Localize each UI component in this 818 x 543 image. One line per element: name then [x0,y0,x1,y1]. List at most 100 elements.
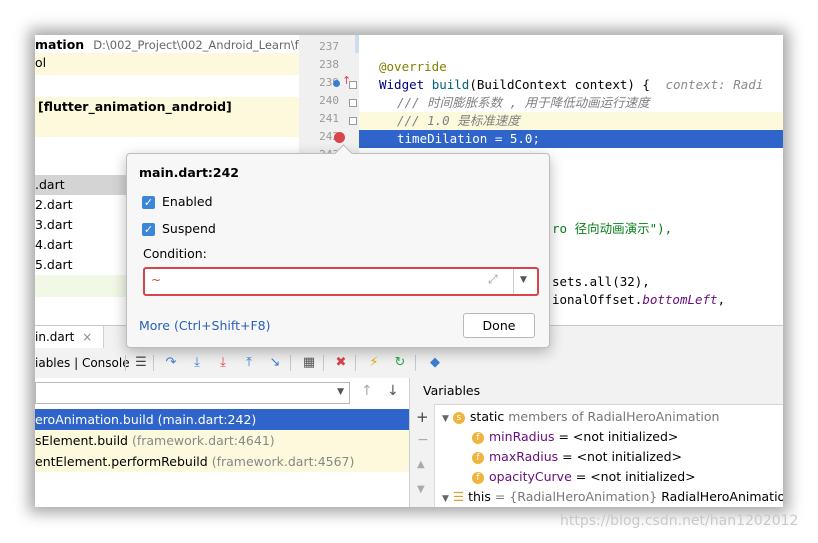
variable-value: = <not initialized> [558,429,679,444]
done-button[interactable]: Done [463,313,535,338]
code-inline-hint: context: Radi [665,77,764,92]
condition-label: Condition: [143,246,207,261]
step-over-icon[interactable]: ↷ [163,355,179,371]
static-rest: members of RadialHeroAnimation [508,409,720,424]
line-number: 241 [319,112,339,125]
code-line-241-bg: /// 1.0 是标准速度 [359,112,783,130]
stack-frame-selected[interactable]: eroAnimation.build (main.dart:242) [35,409,409,430]
fold-marker-icon[interactable] [349,99,357,107]
thread-selector[interactable]: ▼ [35,382,350,404]
step-out-icon[interactable]: ⤒ [241,355,257,371]
expand-editor-icon[interactable]: ⤢ [488,272,498,287]
frame-name: eroAnimation.build [35,412,154,427]
project-path: D:\002_Project\002_Android_Learn\flu [93,38,310,52]
toolbar-divider [153,355,154,371]
enabled-label: Enabled [162,194,213,209]
project-row-tool[interactable]: ol [35,53,299,75]
hot-reload-icon[interactable]: ⚡ [366,355,382,371]
frames-panel: ▼ ↑ ↓ eroAnimation.build (main.dart:242)… [35,378,410,507]
frame-down-icon[interactable]: ↓ [387,383,399,399]
add-watch-icon[interactable]: + [416,408,429,426]
this-value: = {RadialHeroAnimation} [494,489,658,504]
remove-watch-icon[interactable]: − [417,432,429,448]
move-up-icon[interactable]: ▲ [417,459,425,470]
variables-header: Variables [410,378,783,405]
stack-frame[interactable]: sElement.build (framework.dart:4641) [35,430,409,451]
run-to-cursor-icon[interactable]: ↘ [267,355,283,371]
this-label: this [468,489,491,504]
variable-row[interactable]: f maxRadius = <not initialized> [472,447,682,467]
project-row-blank [35,75,299,97]
frame-location: (framework.dart:4567) [211,454,355,469]
move-down-icon[interactable]: ▼ [417,484,425,495]
chevron-down-icon[interactable]: ▼ [520,275,527,285]
variable-this[interactable]: ▼ ☰ this = {RadialHeroAnimation} RadialH… [442,487,783,507]
project-module-row[interactable]: [flutter_animation_android] [35,97,299,117]
code-string-fragment: ro 径向动画演示"), [552,221,673,236]
variable-name: maxRadius [489,449,559,464]
condition-input[interactable]: ~ ⤢ ▼ [143,267,539,296]
override-marker-icon[interactable] [333,80,340,87]
variable-name: minRadius [489,429,555,444]
expand-arrow-icon[interactable]: ▼ [442,494,449,504]
code-text: (BuildContext context) { [469,77,650,92]
variable-static-members[interactable]: ▼ s static members of RadialHeroAnimation [442,407,719,427]
code-statement: timeDilation = 5.0; [397,131,540,146]
breakpoint-icon[interactable] [334,132,345,143]
code-line-242-selected[interactable]: timeDilation = 5.0; [359,130,783,148]
project-title-fragment: mation [35,37,85,52]
this-type: RadialHeroAnimation [661,489,783,504]
debug-toolbar: iables | Console ☰ ↷ ⤓ ⤓ ⤒ ↘ ▦ ✖ ⚡ ↻ ◆ [35,348,783,379]
variable-value: = <not initialized> [575,469,696,484]
hot-restart-icon[interactable]: ↻ [392,355,408,371]
tab-close-icon[interactable]: × [82,330,92,344]
variable-name: opacityCurve [489,469,572,484]
force-step-into-icon[interactable]: ⤓ [215,355,231,371]
toolbar-divider [415,355,416,371]
static-icon: s [452,411,465,424]
expand-arrow-icon[interactable]: ▼ [442,414,449,424]
line-number: 237 [319,40,339,53]
line-number: 242 [319,130,339,143]
toolbar-divider [125,355,126,371]
frame-up-icon[interactable]: ↑ [361,383,373,399]
file-name: 5.dart [35,257,73,272]
code-function: build [431,77,470,92]
toolbar-divider [290,355,291,371]
project-header-row[interactable]: mation D:\002_Project\002_Android_Learn\… [35,35,309,53]
tab-variables-console[interactable]: iables | Console [35,348,130,378]
input-divider [513,269,514,294]
frame-name: sElement.build [35,433,128,448]
code-padding-fragment: sets.all(32), [552,274,650,289]
suspend-label: Suspend [162,221,216,236]
field-icon: f [472,471,484,484]
menu-icon[interactable]: ☰ [133,355,149,371]
line-number: 238 [319,58,339,71]
frame-location: (main.dart:242) [157,412,257,427]
file-name: 2.dart [35,197,73,212]
step-into-icon[interactable]: ⤓ [189,355,205,371]
code-text: , [717,292,726,307]
more-link[interactable]: More (Ctrl+Shift+F8) [139,318,270,333]
enabled-checkbox[interactable]: ✓ [142,196,155,209]
file-name: 3.dart [35,217,73,232]
suspend-checkbox[interactable]: ✓ [142,223,155,236]
variable-value: = <not initialized> [562,449,683,464]
drop-frame-icon[interactable]: ✖ [333,355,349,371]
variable-row[interactable]: f opacityCurve = <not initialized> [472,467,696,487]
file-name: .dart [35,177,65,192]
object-icon: ☰ [452,489,465,504]
condition-value: ~ [151,273,162,287]
fold-marker-icon[interactable] [349,81,357,89]
code-comment: /// 时间膨胀系数 , 用于降低动画运行速度 [397,95,650,110]
tab-main-dart[interactable]: in.dart × [35,326,104,348]
evaluate-icon[interactable]: ▦ [301,355,317,371]
frame-location: (framework.dart:4641) [131,433,275,448]
dart-devtools-icon[interactable]: ◆ [427,355,443,371]
project-row-text: ol [35,55,47,70]
code-comment: /// 1.0 是标准速度 [397,113,520,128]
fold-marker-icon[interactable] [349,117,357,125]
variable-row[interactable]: f minRadius = <not initialized> [472,427,678,447]
stack-frame[interactable]: entElement.performRebuild (framework.dar… [35,451,409,472]
module-name: [flutter_animation_android] [38,99,232,114]
